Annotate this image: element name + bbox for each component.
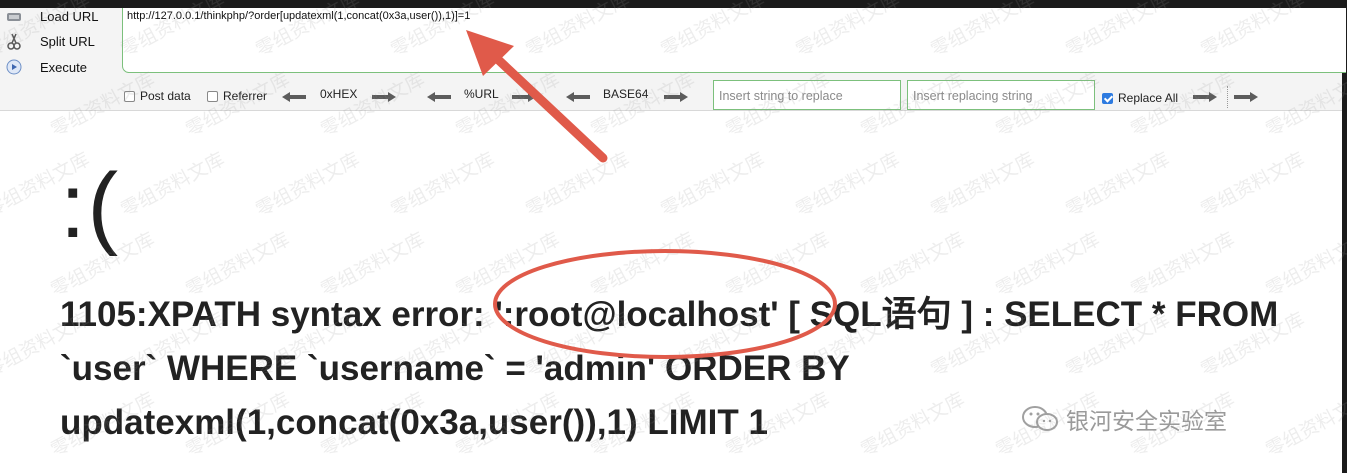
annotation-overlay — [466, 30, 837, 359]
browser-window: Load URL Split URL Execute http://127.0.… — [0, 0, 1347, 473]
annotation-ellipse — [493, 249, 837, 359]
annotation-arrow-shaft — [485, 47, 608, 163]
